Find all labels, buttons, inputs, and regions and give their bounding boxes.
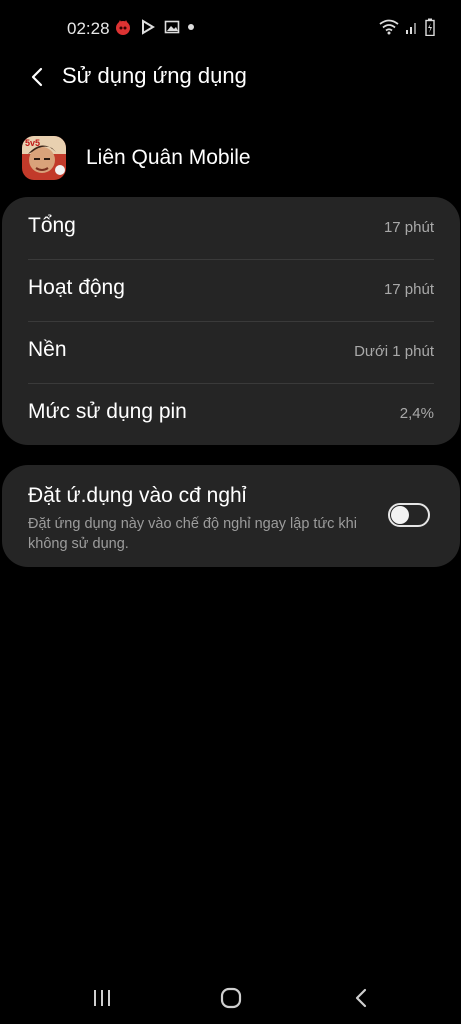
wifi-icon: [379, 19, 399, 35]
status-bar: 02:28: [0, 0, 461, 56]
app-info: 5v5 Liên Quân Mobile: [22, 134, 251, 182]
status-time: 02:28: [67, 19, 110, 38]
usage-row-label: Hoạt động: [28, 276, 125, 299]
usage-row-active: Hoạt động 17 phút: [2, 259, 460, 321]
notification-icons: [114, 18, 194, 36]
home-button[interactable]: [211, 984, 251, 1012]
gallery-icon: [164, 20, 180, 34]
dot-icon: [188, 24, 194, 30]
signal-icon: [406, 23, 416, 34]
page-title: Sử dụng ứng dụng: [62, 63, 247, 88]
usage-row-label: Tổng: [28, 214, 76, 237]
app-bar: Sử dụng ứng dụng: [0, 56, 461, 100]
app-name: Liên Quân Mobile: [86, 146, 251, 169]
usage-row-value: 2,4%: [399, 405, 434, 422]
play-store-icon: [142, 19, 155, 35]
sleep-setting-description: Đặt ứng dụng này vào chế độ nghỉ ngay lậ…: [28, 516, 357, 552]
battery-icon: [425, 18, 435, 36]
usage-row-total: Tổng 17 phút: [2, 197, 460, 259]
sleep-toggle-switch[interactable]: [388, 503, 430, 527]
usage-row-background: Nền Dưới 1 phút: [2, 321, 460, 383]
back-button[interactable]: [24, 64, 50, 90]
home-icon: [220, 987, 242, 1009]
toggle-knob: [391, 506, 409, 524]
nav-back-button[interactable]: [341, 984, 381, 1012]
recents-icon: [94, 990, 110, 1006]
usage-row-value: Dưới 1 phút: [354, 343, 434, 360]
usage-row-value: 17 phút: [383, 219, 434, 236]
back-icon: [355, 988, 367, 1008]
sleep-setting-card[interactable]: Đặt ứ.dụng vào cđ nghỉ Đặt ứng dụng này …: [2, 465, 460, 567]
svg-text:5v5: 5v5: [25, 138, 40, 148]
usage-row-battery[interactable]: Mức sử dụng pin 2,4%: [2, 383, 460, 445]
sleep-setting-title: Đặt ứ.dụng vào cđ nghỉ: [28, 484, 247, 507]
navigation-bar: [0, 972, 461, 1024]
system-icons: [379, 18, 435, 36]
usage-row-label: Mức sử dụng pin: [28, 400, 187, 423]
lien-quan-app-icon: 5v5: [22, 136, 66, 180]
game-notification-icon: [116, 20, 130, 35]
recents-button[interactable]: [82, 984, 122, 1012]
usage-row-label: Nền: [28, 338, 67, 361]
usage-row-value: 17 phút: [383, 281, 434, 298]
chevron-left-icon: [31, 67, 43, 87]
usage-card: Tổng 17 phút Hoạt động 17 phút Nền Dưới …: [2, 197, 460, 445]
